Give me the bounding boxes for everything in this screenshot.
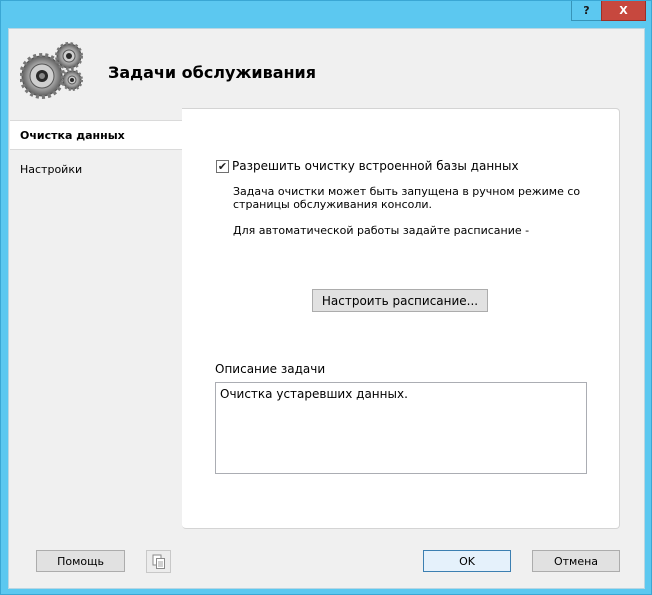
page-title: Задачи обслуживания (108, 63, 317, 82)
sidebar-item-settings[interactable]: Настройки (10, 155, 182, 185)
configure-schedule-button[interactable]: Настроить расписание... (312, 289, 488, 312)
sidebar-item-cleanup[interactable]: Очистка данных (10, 120, 182, 150)
dialog-client-area: Задачи обслуживания Очистка данных Настр… (8, 28, 645, 589)
dialog-window: ? X Задачи обслуживания Очистка данных Н… (0, 0, 652, 595)
cleanup-description-line1: Задача очистки может быть запущена в руч… (233, 185, 581, 198)
help-button[interactable]: Помощь (36, 550, 125, 572)
close-title-button[interactable]: X (601, 1, 646, 21)
content-panel: ✔ Разрешить очистку встроенной базы данн… (182, 108, 620, 529)
cancel-button[interactable]: Отмена (532, 550, 620, 572)
gears-icon (20, 42, 83, 99)
task-description-field[interactable]: Очистка устаревших данных. (215, 382, 587, 474)
enable-cleanup-checkbox[interactable]: ✔ (216, 159, 229, 173)
enable-cleanup-label: Разрешить очистку встроенной базы данных (232, 159, 519, 173)
copy-icon[interactable] (146, 550, 171, 573)
task-description-label: Описание задачи (215, 362, 326, 376)
schedule-hint: Для автоматической работы задайте распис… (233, 224, 530, 237)
ok-button[interactable]: OK (423, 550, 511, 572)
enable-cleanup-row[interactable]: ✔ Разрешить очистку встроенной базы данн… (216, 159, 519, 173)
cleanup-description-line2: страницы обслуживания консоли. (233, 198, 433, 211)
help-title-button[interactable]: ? (571, 1, 602, 21)
copy-icon-glyph (152, 554, 165, 569)
title-bar: ? X (1, 1, 651, 28)
